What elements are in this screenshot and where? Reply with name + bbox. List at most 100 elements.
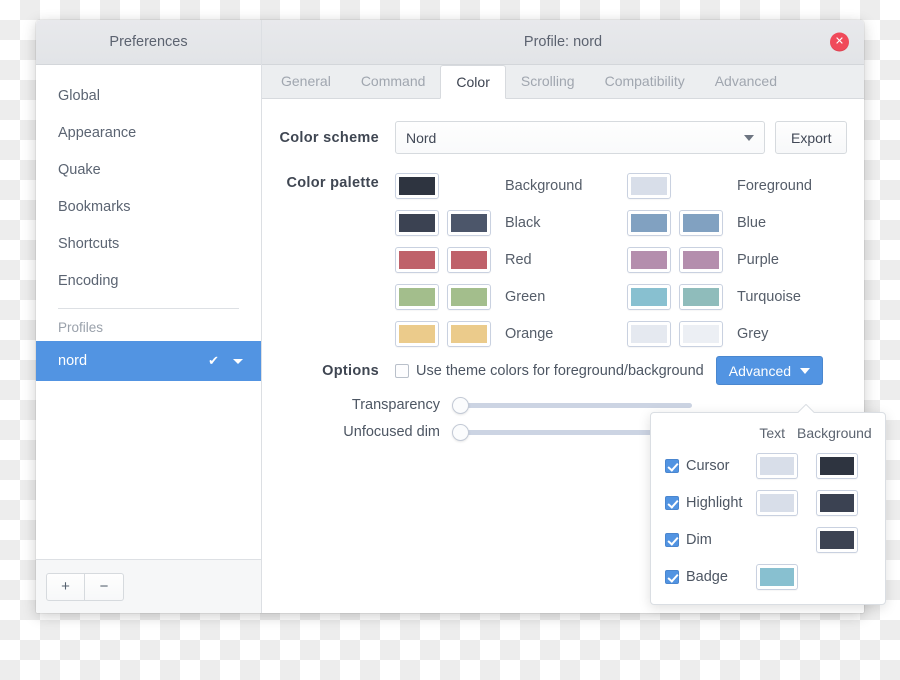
sidebar-item-global[interactable]: Global [36, 77, 261, 114]
palette-label-blue: Blue [737, 214, 767, 231]
popup-row-cursor: Cursor [665, 447, 871, 484]
palette-row-black: Black [395, 204, 591, 241]
highlight-checkbox[interactable] [665, 495, 679, 510]
swatch-badge-text[interactable] [756, 563, 799, 590]
swatch-highlight-text[interactable] [756, 489, 799, 516]
swatch-cursor-text[interactable] [756, 452, 799, 479]
swatch-green-bright[interactable] [447, 283, 491, 310]
advanced-button-label: Advanced [728, 362, 792, 379]
highlight-text-cell [753, 489, 801, 516]
sidebar-item-label: Encoding [58, 272, 119, 289]
swatch-black-normal[interactable] [395, 209, 439, 236]
tab-command[interactable]: Command [346, 64, 441, 98]
dim-label: Dim [686, 531, 712, 548]
advanced-button[interactable]: Advanced [715, 356, 824, 385]
swatch-black-bright[interactable] [447, 209, 491, 236]
swatch-purple-bright[interactable] [679, 246, 723, 273]
swatch-background[interactable] [395, 172, 439, 199]
badge-background-cell [803, 564, 871, 590]
swatch-green-normal[interactable] [395, 283, 439, 310]
dim-option[interactable]: Dim [665, 532, 753, 548]
palette-label-green: Green [505, 288, 546, 305]
sidebar-item-label: Global [58, 87, 100, 104]
palette-row-green: Green [395, 278, 591, 315]
sidebar: Preferences Global Appearance Quake Book… [36, 20, 262, 613]
sidebar-item-appearance[interactable]: Appearance [36, 114, 261, 151]
highlight-label: Highlight [686, 494, 743, 511]
caret-down-icon[interactable] [233, 358, 243, 364]
tab-color[interactable]: Color [440, 65, 506, 99]
swatch-red-normal[interactable] [395, 246, 439, 273]
swatch-grey-normal[interactable] [627, 320, 671, 347]
remove-profile-button[interactable]: − [85, 572, 124, 601]
sidebar-item-bookmarks[interactable]: Bookmarks [36, 188, 261, 225]
color-palette-label: Color palette [286, 175, 379, 191]
add-profile-button[interactable]: + [46, 572, 85, 601]
badge-checkbox[interactable] [665, 569, 679, 584]
highlight-option[interactable]: Highlight [665, 495, 753, 511]
cursor-text-cell [753, 452, 801, 479]
palette-row-background: Background [395, 167, 591, 204]
advanced-popup: Text Background Cursor Highlight Dim Bad… [650, 412, 886, 605]
tab-compatibility[interactable]: Compatibility [590, 64, 700, 98]
swatch-dim-background[interactable] [816, 526, 858, 553]
dim-background-cell [803, 526, 871, 553]
sidebar-item-quake[interactable]: Quake [36, 151, 261, 188]
palette-row-purple: Purple [627, 241, 837, 278]
swatch-cursor-background[interactable] [816, 452, 858, 479]
highlight-background-cell [803, 489, 871, 516]
badge-text-cell [753, 563, 801, 590]
cursor-checkbox[interactable] [665, 458, 679, 473]
cursor-option[interactable]: Cursor [665, 458, 753, 474]
popup-col-background-label: Background [797, 425, 872, 441]
swatch-purple-normal[interactable] [627, 246, 671, 273]
palette-column-left: Background Black Red Green Orange [395, 167, 591, 352]
export-button[interactable]: Export [775, 121, 848, 154]
palette-label-background: Background [505, 177, 583, 194]
theme-colors-label: Use theme colors for foreground/backgrou… [416, 362, 704, 379]
color-palette-grid: Background Black Red Green Orange Foregr… [395, 167, 837, 352]
dim-checkbox[interactable] [665, 532, 679, 547]
palette-row-red: Red [395, 241, 591, 278]
palette-row-orange: Orange [395, 315, 591, 352]
slider-knob[interactable] [452, 397, 469, 414]
swatch-orange-bright[interactable] [447, 320, 491, 347]
sidebar-item-label: Bookmarks [58, 198, 131, 215]
tab-bar: General Command Color Scrolling Compatib… [262, 65, 864, 99]
swatch-foreground[interactable] [627, 172, 671, 199]
tab-general[interactable]: General [266, 64, 346, 98]
slider-knob[interactable] [452, 424, 469, 441]
theme-colors-checkbox[interactable] [395, 363, 409, 378]
sidebar-nav-list: Global Appearance Quake Bookmarks Shortc… [36, 65, 261, 559]
sidebar-item-encoding[interactable]: Encoding [36, 262, 261, 299]
color-scheme-select[interactable]: Nord [395, 121, 765, 154]
palette-row-turquoise: Turquoise [627, 278, 837, 315]
palette-column-right: Foreground Blue Purple Turquoise Grey [627, 167, 837, 352]
sidebar-item-label: Quake [58, 161, 101, 178]
sidebar-item-shortcuts[interactable]: Shortcuts [36, 225, 261, 262]
swatch-highlight-background[interactable] [816, 489, 858, 516]
palette-row-foreground: Foreground [627, 167, 837, 204]
swatch-turquoise-bright[interactable] [679, 283, 723, 310]
options-label: Options [322, 362, 379, 379]
palette-label-turquoise: Turquoise [737, 288, 801, 305]
sidebar-title: Preferences [36, 20, 261, 65]
tab-advanced[interactable]: Advanced [700, 64, 792, 98]
swatch-grey-bright[interactable] [679, 320, 723, 347]
swatch-turquoise-normal[interactable] [627, 283, 671, 310]
profile-name-label: nord [58, 353, 88, 369]
close-icon[interactable]: ✕ [830, 32, 849, 52]
sidebar-item-label: Shortcuts [58, 235, 120, 252]
options-row: Options Use theme colors for foreground/… [262, 356, 864, 385]
tab-scrolling[interactable]: Scrolling [506, 64, 590, 98]
swatch-orange-normal[interactable] [395, 320, 439, 347]
preferences-window: Preferences Global Appearance Quake Book… [36, 20, 886, 613]
swatch-red-bright[interactable] [447, 246, 491, 273]
color-scheme-label: Color scheme [279, 129, 379, 146]
swatch-blue-bright[interactable] [679, 209, 723, 236]
popup-col-text-label: Text [759, 425, 785, 441]
sidebar-item-profile-nord[interactable]: nord ✔ [36, 341, 261, 381]
badge-option[interactable]: Badge [665, 569, 753, 585]
swatch-blue-normal[interactable] [627, 209, 671, 236]
palette-label-grey: Grey [737, 325, 769, 342]
